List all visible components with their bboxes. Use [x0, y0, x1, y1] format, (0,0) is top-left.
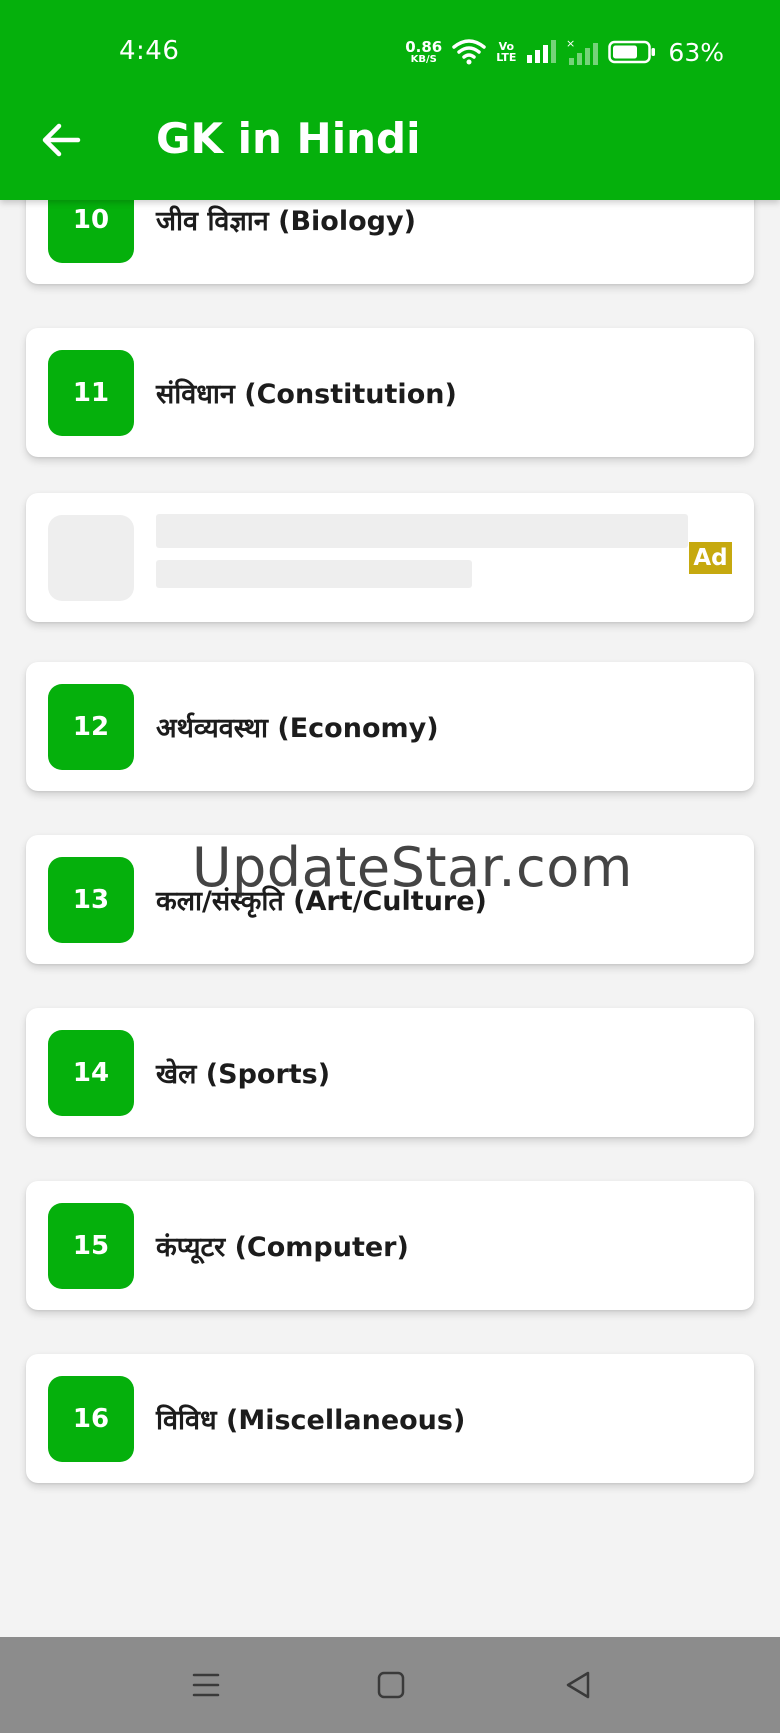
system-nav-bar	[0, 1637, 780, 1733]
menu-icon[interactable]	[186, 1665, 226, 1705]
network-speed-value: 0.86	[405, 37, 443, 56]
wifi-icon	[452, 39, 486, 65]
volte-icon: Vo LTE	[496, 41, 516, 63]
network-speed: 0.86 KB/S	[405, 37, 443, 65]
topic-card-12[interactable]: 12 अर्थव्यवस्था (Economy)	[26, 662, 754, 791]
topic-number-badge: 15	[48, 1203, 134, 1289]
watermark: UpdateStar.com	[192, 836, 633, 899]
topic-number-badge: 12	[48, 684, 134, 770]
topic-number-badge: 13	[48, 857, 134, 943]
topic-card-16[interactable]: 16 विविध (Miscellaneous)	[26, 1354, 754, 1483]
ad-card[interactable]: Ad	[26, 493, 754, 622]
topic-label: विविध (Miscellaneous)	[156, 1405, 466, 1436]
battery-icon	[608, 40, 656, 64]
page-title: GK in Hindi	[156, 114, 421, 163]
arrow-back-icon[interactable]	[38, 117, 84, 163]
network-speed-unit: KB/S	[410, 53, 437, 65]
status-icons: 0.86 KB/S Vo LTE × 63%	[405, 34, 724, 70]
ad-placeholder-title	[156, 514, 688, 548]
topic-label: खेल (Sports)	[156, 1059, 331, 1090]
status-time: 4:46	[119, 36, 180, 66]
topic-card-14[interactable]: 14 खेल (Sports)	[26, 1008, 754, 1137]
app-bar: 4:46 0.86 KB/S Vo LTE × 63% GK in Hindi	[0, 0, 780, 200]
topic-card-11[interactable]: 11 संविधान (Constitution)	[26, 328, 754, 457]
topic-label: संविधान (Constitution)	[156, 379, 457, 410]
home-square-icon[interactable]	[371, 1665, 411, 1705]
topic-number-badge: 14	[48, 1030, 134, 1116]
signal-no-service-icon: ×	[566, 38, 599, 65]
volte-bottom: LTE	[496, 51, 517, 64]
topic-label: कंप्यूटर (Computer)	[156, 1232, 409, 1263]
back-triangle-icon[interactable]	[559, 1665, 599, 1705]
topic-number-badge: 16	[48, 1376, 134, 1462]
svg-text:×: ×	[566, 38, 575, 50]
signal-icon	[527, 40, 557, 63]
ad-placeholder-subtitle	[156, 560, 472, 588]
topic-number-badge: 11	[48, 350, 134, 436]
battery-percent: 63%	[668, 37, 724, 67]
topic-label: अर्थव्यवस्था (Economy)	[156, 713, 439, 744]
topic-card-15[interactable]: 15 कंप्यूटर (Computer)	[26, 1181, 754, 1310]
ad-placeholder-image	[48, 515, 134, 601]
ad-badge: Ad	[689, 542, 732, 574]
